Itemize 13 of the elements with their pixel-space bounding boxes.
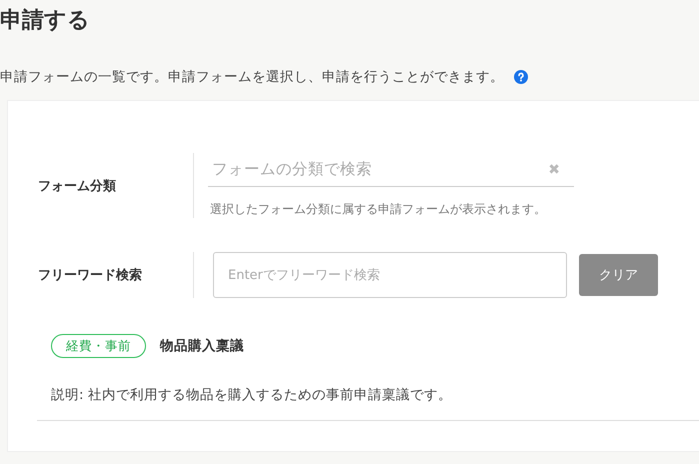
search-field[interactable]: Enterでフリーワード検索 (213, 252, 567, 298)
filter-label: フォーム分類 (8, 153, 194, 218)
page-description: 申請フォームの一覧です。申請フォームを選択し、申請を行うことができます。 (0, 68, 504, 86)
clear-button[interactable]: クリア (579, 254, 658, 296)
form-description: 説明: 社内で利用する物品を購入するための事前申請稟議です。 (51, 386, 453, 404)
category-select[interactable]: フォームの分類で検索 ✖ (208, 153, 574, 187)
category-tag: 経費・事前 (51, 334, 146, 358)
form-name[interactable]: 物品購入稟議 (160, 337, 244, 355)
help-icon[interactable] (514, 70, 528, 84)
hint-text: 選択したフォーム分類に属する申請フォームが表示されます。 (209, 201, 547, 218)
filter-label: フリーワード検索 (8, 252, 194, 298)
page-title: 申請する (0, 7, 91, 35)
clear-icon[interactable]: ✖ (548, 162, 560, 178)
